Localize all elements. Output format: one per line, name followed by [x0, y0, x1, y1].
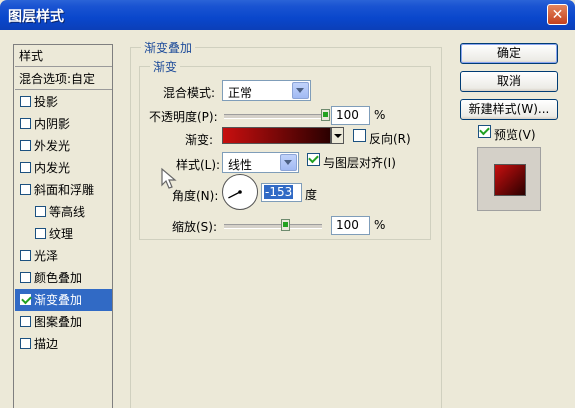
style-item-label: 图案叠加 [34, 315, 83, 329]
inner-shadow-checkbox[interactable] [20, 118, 31, 129]
mouse-cursor-icon [161, 167, 177, 189]
chevron-down-icon[interactable] [280, 154, 297, 171]
gradient-style-value: 线性 [228, 158, 253, 172]
layer-style-dialog: 图层样式 ✕ 样式 混合选项:自定 投影 内阴影 外发光 内发光 斜面和浮雕 等… [0, 0, 575, 408]
outer-glow-checkbox[interactable] [20, 140, 31, 151]
style-item-drop-shadow[interactable]: 投影 [15, 91, 112, 113]
opacity-label: 不透明度(P): [149, 110, 218, 124]
scale-input[interactable]: 100 [331, 216, 370, 235]
pattern-overlay-checkbox[interactable] [20, 316, 31, 327]
style-item-label: 斜面和浮雕 [34, 183, 95, 197]
preview-checkbox[interactable] [478, 124, 491, 138]
gradient-dropdown-button[interactable] [331, 127, 344, 144]
gradient-picker[interactable] [222, 127, 331, 144]
title-bar[interactable]: 图层样式 ✕ [0, 0, 575, 30]
color-overlay-checkbox[interactable] [20, 272, 31, 283]
align-with-layer-label: 与图层对齐(I) [323, 156, 396, 170]
style-item-label: 内发光 [34, 161, 71, 175]
style-item-contour[interactable]: 等高线 [15, 201, 112, 223]
preview-swatch [494, 164, 526, 196]
reverse-checkbox[interactable] [353, 129, 366, 142]
opacity-percent: % [374, 108, 386, 122]
gradient-overlay-checkbox[interactable] [20, 293, 32, 305]
reverse-label: 反向(R) [369, 132, 411, 146]
blend-mode-label: 混合模式: [163, 86, 216, 100]
contour-checkbox[interactable] [35, 206, 46, 217]
chevron-down-icon[interactable] [292, 82, 309, 99]
style-item-bevel-emboss[interactable]: 斜面和浮雕 [15, 179, 112, 201]
inner-glow-checkbox[interactable] [20, 162, 31, 173]
style-item-gradient-overlay[interactable]: 渐变叠加 [15, 289, 112, 311]
scale-slider-track[interactable] [224, 224, 322, 229]
scale-percent: % [374, 218, 386, 232]
style-item-color-overlay[interactable]: 颜色叠加 [15, 267, 112, 289]
window-title: 图层样式 [8, 9, 64, 25]
satin-checkbox[interactable] [20, 250, 31, 261]
style-item-label: 渐变叠加 [34, 293, 83, 307]
cancel-button[interactable]: 取消 [460, 71, 558, 92]
drop-shadow-checkbox[interactable] [20, 96, 31, 107]
ok-button[interactable]: 确定 [460, 43, 558, 64]
style-preview [477, 147, 541, 211]
opacity-slider-thumb[interactable] [321, 109, 330, 121]
style-item-pattern-overlay[interactable]: 图案叠加 [15, 311, 112, 333]
opacity-input[interactable]: 100 [331, 106, 370, 125]
style-item-label: 光泽 [34, 249, 59, 263]
blending-options-item[interactable]: 混合选项:自定 [15, 68, 112, 90]
angle-label: 角度(N): [172, 189, 219, 203]
style-item-stroke[interactable]: 描边 [15, 333, 112, 355]
bevel-emboss-checkbox[interactable] [20, 184, 31, 195]
opacity-slider-track[interactable] [224, 114, 326, 119]
check-icon [479, 124, 490, 136]
style-item-label: 颜色叠加 [34, 271, 83, 285]
style-item-label: 外发光 [34, 139, 71, 153]
style-label: 样式(L): [176, 158, 221, 172]
angle-dial-needle [228, 190, 242, 199]
stroke-checkbox[interactable] [20, 338, 31, 349]
degree-label: 度 [305, 188, 318, 202]
preview-label: 预览(V) [494, 128, 536, 142]
gradient-subgroup-title: 渐变 [150, 58, 181, 75]
scale-slider-thumb[interactable] [281, 219, 290, 231]
new-style-button[interactable]: 新建样式(W)... [460, 99, 558, 120]
style-item-label: 内阴影 [34, 117, 71, 131]
gradient-style-select[interactable]: 线性 [222, 152, 299, 173]
blend-mode-select[interactable]: 正常 [222, 80, 311, 101]
gradient-overlay-title: 渐变叠加 [141, 39, 196, 56]
check-icon [308, 152, 319, 164]
chevron-down-icon [334, 134, 342, 138]
close-button[interactable]: ✕ [547, 4, 568, 25]
style-item-label: 投影 [34, 95, 59, 109]
style-list-header[interactable]: 样式 [15, 45, 112, 67]
texture-checkbox[interactable] [35, 228, 46, 239]
style-item-inner-shadow[interactable]: 内阴影 [15, 113, 112, 135]
style-item-label: 描边 [34, 337, 59, 351]
check-icon [21, 293, 32, 305]
style-item-texture[interactable]: 纹理 [15, 223, 112, 245]
blend-mode-value: 正常 [228, 86, 253, 100]
style-item-label: 等高线 [49, 205, 86, 219]
style-item-outer-glow[interactable]: 外发光 [15, 135, 112, 157]
style-item-label: 纹理 [49, 227, 74, 241]
angle-dial[interactable] [222, 174, 258, 210]
style-list: 样式 混合选项:自定 投影 内阴影 外发光 内发光 斜面和浮雕 等高线 纹理 光… [13, 44, 113, 408]
angle-input[interactable]: -153 [261, 183, 302, 202]
style-item-satin[interactable]: 光泽 [15, 245, 112, 267]
align-with-layer-checkbox[interactable] [307, 152, 320, 166]
scale-label: 缩放(S): [172, 220, 218, 234]
style-item-inner-glow[interactable]: 内发光 [15, 157, 112, 179]
angle-value-selected: -153 [264, 185, 294, 199]
gradient-label: 渐变: [185, 133, 214, 147]
